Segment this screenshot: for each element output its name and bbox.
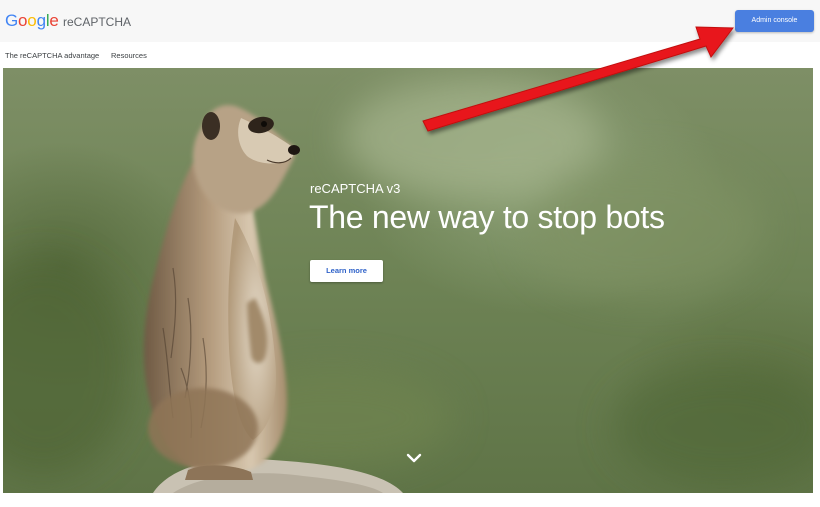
- logo-letter: o: [18, 11, 28, 30]
- nav-link-resources[interactable]: Resources: [111, 51, 147, 60]
- logo-letter: o: [27, 11, 37, 30]
- logo-letter: G: [5, 11, 19, 30]
- google-logo[interactable]: Google: [5, 11, 59, 31]
- product-name[interactable]: reCAPTCHA: [63, 15, 131, 29]
- meerkat-photo: [3, 78, 813, 493]
- sub-navigation: The reCAPTCHA advantage Resources: [0, 42, 820, 68]
- top-header: Google reCAPTCHA Admin console: [0, 0, 820, 42]
- hero-banner: reCAPTCHA v3 The new way to stop bots Le…: [3, 68, 813, 493]
- logo-letter: g: [36, 11, 46, 30]
- nav-link-recaptcha-advantage[interactable]: The reCAPTCHA advantage: [5, 51, 99, 60]
- admin-console-button[interactable]: Admin console: [735, 10, 814, 32]
- logo-letter: e: [49, 11, 59, 30]
- learn-more-button[interactable]: Learn more: [310, 260, 383, 282]
- hero-eyebrow: reCAPTCHA v3: [310, 181, 401, 196]
- hero-title: The new way to stop bots: [309, 199, 665, 235]
- chevron-down-icon[interactable]: [405, 452, 423, 464]
